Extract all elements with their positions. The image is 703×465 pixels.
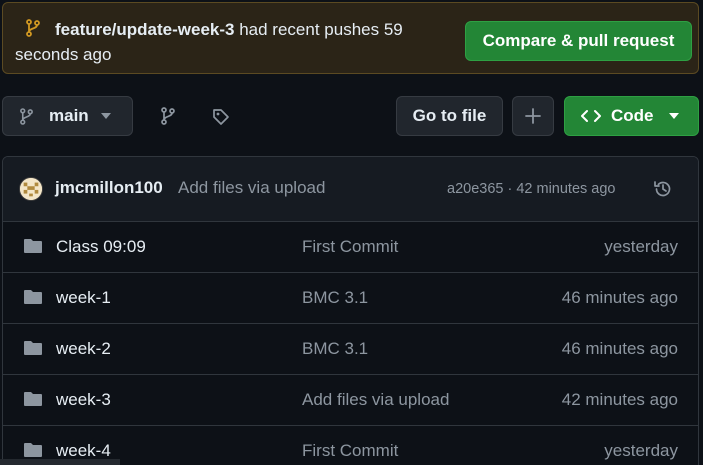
link-status-bar <box>0 459 120 465</box>
file-commit-time: yesterday <box>604 441 678 460</box>
file-commit-time: 42 minutes ago <box>561 390 678 409</box>
banner-message: feature/update-week-3 had recent pushes … <box>15 17 445 67</box>
go-to-file-button[interactable]: Go to file <box>396 96 503 136</box>
file-row[interactable]: week-1 BMC 3.1 46 minutes ago <box>3 273 698 324</box>
caret-down-icon <box>669 113 679 119</box>
file-name[interactable]: week-1 <box>56 288 111 308</box>
identicon-avatar-icon <box>20 178 42 200</box>
tag-icon[interactable] <box>212 108 230 126</box>
avatar[interactable] <box>19 177 43 201</box>
git-branch-icon <box>20 108 33 125</box>
repo-page: feature/update-week-3 had recent pushes … <box>0 0 703 465</box>
file-commit-message[interactable]: First Commit <box>302 237 398 257</box>
commit-author[interactable]: jmcmillon100 <box>55 178 163 198</box>
commit-message[interactable]: Add files via upload <box>178 178 325 198</box>
code-button[interactable]: Code <box>564 96 699 136</box>
file-row[interactable]: week-2 BMC 3.1 46 minutes ago <box>3 324 698 375</box>
file-commit-message[interactable]: First Commit <box>302 441 398 461</box>
plus-icon <box>525 108 541 124</box>
file-commit-time: yesterday <box>604 237 678 256</box>
pushed-branch-name[interactable]: feature/update-week-3 <box>55 20 235 39</box>
file-name[interactable]: week-4 <box>56 441 111 461</box>
commit-hash-time[interactable]: a20e365 · 42 minutes ago <box>447 181 616 197</box>
file-row[interactable]: Class 09:09 First Commit yesterday <box>3 222 698 273</box>
file-commit-time: 46 minutes ago <box>561 339 678 358</box>
compare-pull-request-button[interactable]: Compare & pull request <box>465 21 692 61</box>
folder-icon <box>24 290 42 304</box>
caret-down-icon <box>101 113 111 119</box>
file-name[interactable]: week-2 <box>56 339 111 359</box>
file-name[interactable]: week-3 <box>56 390 111 410</box>
folder-icon <box>24 443 42 457</box>
code-icon <box>581 110 601 122</box>
file-name[interactable]: Class 09:09 <box>56 237 146 257</box>
file-commit-message[interactable]: Add files via upload <box>302 390 449 410</box>
folder-icon <box>24 239 42 253</box>
recent-pushes-banner: feature/update-week-3 had recent pushes … <box>2 2 699 74</box>
file-commit-time: 46 minutes ago <box>561 288 678 307</box>
branch-name-label: main <box>49 106 89 125</box>
folder-icon <box>24 341 42 355</box>
history-icon[interactable] <box>653 179 673 199</box>
folder-icon <box>24 392 42 406</box>
file-table: jmcmillon100 Add files via upload a20e36… <box>2 156 699 465</box>
branch-selector-button[interactable]: main <box>2 96 133 136</box>
code-button-label: Code <box>611 106 654 125</box>
file-row[interactable]: week-3 Add files via upload 42 minutes a… <box>3 375 698 426</box>
branches-icon[interactable] <box>160 107 176 125</box>
latest-commit-row: jmcmillon100 Add files via upload a20e36… <box>3 157 698 222</box>
add-file-button[interactable] <box>512 96 554 136</box>
file-commit-message[interactable]: BMC 3.1 <box>302 339 368 359</box>
file-commit-message[interactable]: BMC 3.1 <box>302 288 368 308</box>
